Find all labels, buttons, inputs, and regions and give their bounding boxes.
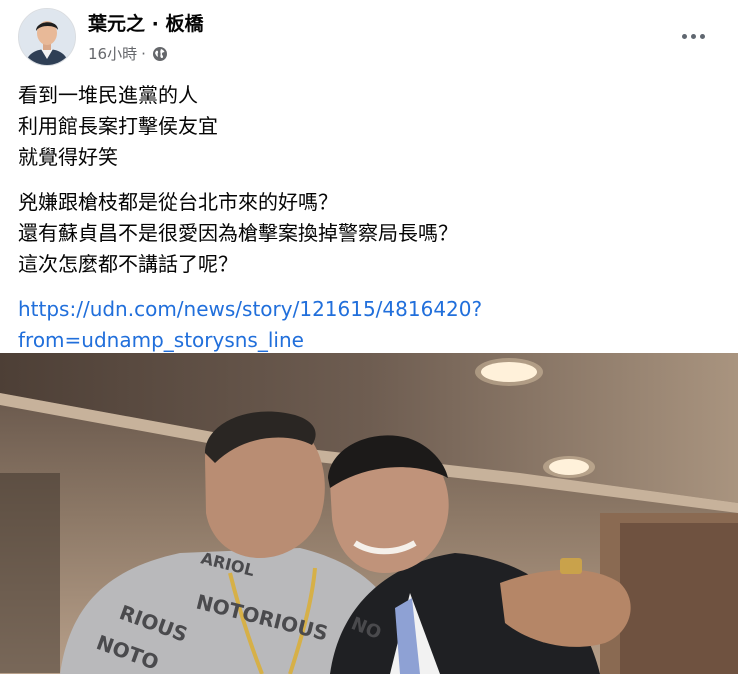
- post-paragraph: 兇嫌跟槍枝都是從台北市來的好嗎？ 還有蘇貞昌不是很愛因為槍擊案換掉警察局長嗎？ …: [18, 187, 718, 280]
- post-paragraph: 看到一堆民進黨的人 利用館長案打擊侯友宜 就覺得好笑: [18, 80, 718, 173]
- post-meta: 16小時 ·: [88, 43, 168, 64]
- post-line: 還有蘇貞昌不是很愛因為槍擊案換掉警察局長嗎？: [18, 221, 458, 245]
- more-options-button[interactable]: [676, 24, 710, 48]
- avatar[interactable]: [18, 8, 76, 66]
- post-line: 這次怎麼都不講話了呢？: [18, 252, 238, 276]
- more-horizontal-icon: [681, 33, 687, 39]
- post-message: 看到一堆民進黨的人 利用館長案打擊侯友宜 就覺得好笑 兇嫌跟槍枝都是從台北市來的…: [18, 80, 718, 356]
- post-header: 葉元之 · 板橋 16小時 ·: [0, 0, 738, 80]
- post-line: 就覺得好笑: [18, 145, 118, 169]
- globe-icon: [152, 46, 167, 61]
- post-line: 看到一堆民進黨的人: [18, 83, 198, 107]
- photo-illustration: NOTORIOUS RIOUS NOTO ARIOL NO: [0, 353, 738, 674]
- avatar-image: [19, 9, 75, 65]
- post-link[interactable]: https://udn.com/news/story/121615/481642…: [18, 294, 718, 356]
- post-line: 利用館長案打擊侯友宜: [18, 114, 218, 138]
- post-photo[interactable]: NOTORIOUS RIOUS NOTO ARIOL NO: [0, 353, 738, 674]
- author-name[interactable]: 葉元之 · 板橋: [88, 9, 203, 36]
- post-time[interactable]: 16小時: [88, 43, 137, 64]
- link-line[interactable]: from=udnamp_storysns_line: [18, 325, 718, 356]
- link-line[interactable]: https://udn.com/news/story/121615/481642…: [18, 294, 718, 325]
- post-line: 兇嫌跟槍枝都是從台北市來的好嗎？: [18, 190, 338, 214]
